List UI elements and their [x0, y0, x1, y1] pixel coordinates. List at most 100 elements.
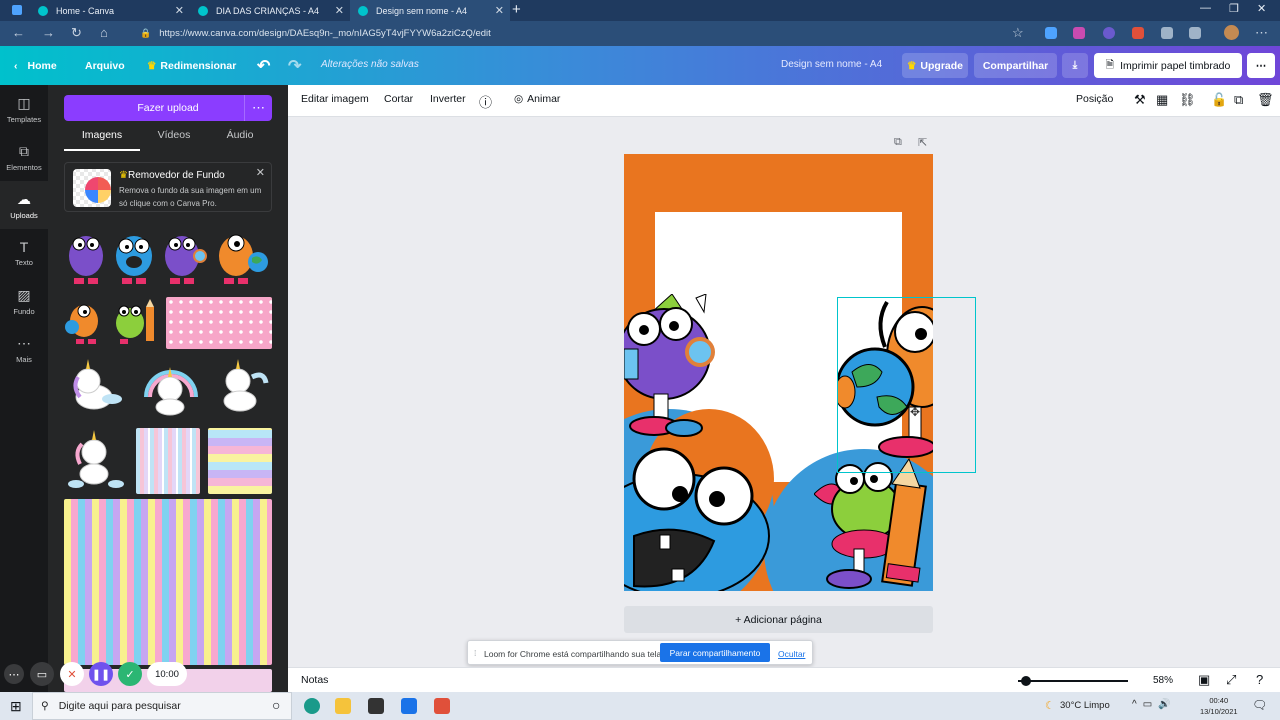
maximize-icon[interactable]: ❐ [1229, 2, 1239, 15]
uploaded-monster-image[interactable] [112, 226, 156, 291]
add-page-button[interactable]: + Adicionar página [624, 606, 933, 633]
unicorn-image[interactable] [208, 357, 272, 421]
add-page-icon[interactable]: ⇱ [918, 136, 927, 149]
undo-icon[interactable]: ↶ [257, 46, 270, 85]
tab-videos[interactable]: Vídeos [140, 129, 208, 151]
rail-item-elementos[interactable]: ⧉ Elementos [0, 133, 48, 181]
unicorn-image[interactable] [64, 357, 126, 421]
uploaded-monster-image[interactable] [64, 226, 108, 291]
pink-unicorn-pattern-image[interactable] [166, 297, 272, 349]
close-icon[interactable]: ✕ [256, 166, 265, 179]
extension-icon[interactable] [1103, 27, 1115, 39]
document-title[interactable]: Design sem nome - A4 [781, 59, 882, 70]
taskbar-search-input[interactable]: ⚲ Digite aqui para pesquisar [32, 692, 292, 720]
stop-sharing-button[interactable]: Parar compartilhamento [660, 643, 770, 662]
reload-icon[interactable]: ↻ [71, 25, 82, 41]
upgrade-button[interactable]: ♛ Upgrade [902, 53, 968, 78]
unicorn-image[interactable] [64, 428, 128, 494]
zoom-slider-thumb[interactable] [1021, 676, 1031, 686]
uploaded-monster-image[interactable] [160, 226, 208, 291]
green-frog-monster-graphic[interactable] [814, 454, 933, 591]
position-button[interactable]: Posição [1076, 93, 1113, 105]
duplicate-icon[interactable]: ⧉ [1234, 92, 1243, 108]
paint-roller-icon[interactable]: ⚒ [1134, 92, 1146, 108]
hide-link[interactable]: Ocultar [778, 649, 805, 659]
extension-icon[interactable] [1073, 27, 1085, 39]
loom-camera-icon[interactable]: ▭ [30, 662, 54, 686]
profile-avatar[interactable] [1224, 25, 1239, 40]
home-button[interactable]: ‹ Home [14, 46, 57, 85]
weather-text[interactable]: 30°C Limpo [1060, 700, 1110, 711]
fullscreen-icon[interactable]: ⤢ [1226, 672, 1236, 688]
close-tab-icon[interactable]: ✕ [335, 4, 344, 17]
upload-button[interactable]: Fazer upload ⋯ [64, 95, 272, 121]
browser-tab-dia[interactable]: DIA DAS CRIANÇAS - A4 ✕ [190, 0, 350, 21]
extension-icon[interactable] [1132, 27, 1144, 39]
pastel-stripes-large-image[interactable] [64, 499, 272, 665]
animate-button[interactable]: ◎ Animar [514, 93, 560, 105]
browser-menu-icon[interactable] [12, 5, 22, 15]
minimize-icon[interactable]: — [1200, 2, 1211, 14]
unicorn-image[interactable] [140, 357, 202, 421]
new-tab-icon[interactable]: + [512, 1, 521, 18]
zoom-level[interactable]: 58% [1153, 675, 1173, 686]
zoom-slider-track[interactable] [1018, 680, 1128, 682]
store-icon[interactable] [368, 698, 384, 714]
forward-icon[interactable]: → [42, 25, 55, 40]
pastel-stripes-image[interactable] [136, 428, 200, 494]
flip-button[interactable]: Inverter [430, 93, 466, 105]
loom-menu-icon[interactable]: ⋯ [4, 664, 24, 684]
drag-handle-icon[interactable]: ⁞ [474, 648, 476, 658]
browser-tab-design[interactable]: Design sem nome - A4 ✕ [350, 0, 510, 21]
rail-item-mais[interactable]: ⋯ Mais [0, 325, 48, 373]
more-options-icon[interactable]: ⋯ [1247, 53, 1275, 78]
arquivo-button[interactable]: Arquivo [85, 46, 125, 85]
extension-icon[interactable] [1045, 27, 1057, 39]
close-tab-icon[interactable]: ✕ [495, 4, 504, 17]
close-window-icon[interactable]: ✕ [1257, 2, 1266, 15]
redo-icon[interactable]: ↷ [288, 46, 301, 85]
page-view-icon[interactable]: ▣ [1198, 672, 1210, 688]
crop-button[interactable]: Cortar [384, 93, 413, 105]
collections-icon[interactable] [1189, 27, 1201, 39]
blue-monster-graphic[interactable] [624, 441, 774, 591]
redimensionar-button[interactable]: ♛ Redimensionar [147, 46, 236, 85]
system-tray-icons[interactable]: ^▭🔊 [1132, 699, 1177, 710]
loom-cancel-icon[interactable]: ✕ [60, 662, 84, 686]
link-icon[interactable]: ⛓ [1179, 92, 1196, 108]
windows-start-icon[interactable]: ⊞ [10, 698, 22, 715]
office-icon[interactable] [434, 698, 450, 714]
close-tab-icon[interactable]: ✕ [175, 4, 184, 17]
lock-icon[interactable]: 🔓 [1211, 92, 1227, 108]
loom-pause-icon[interactable]: ❚❚ [89, 662, 113, 686]
browser-menu-dots-icon[interactable]: ⋯ [1255, 25, 1268, 41]
background-remover-promo[interactable]: ♛Removedor de Fundo Remova o fundo da su… [64, 162, 272, 212]
loom-finish-icon[interactable]: ✓ [118, 662, 142, 686]
copy-page-icon[interactable]: ⧉ [894, 136, 902, 149]
tab-imagens[interactable]: Imagens [64, 129, 140, 151]
rail-item-templates[interactable]: ◫ Templates [0, 85, 48, 133]
back-icon[interactable]: ← [12, 25, 25, 40]
more-dots-icon[interactable]: ⋯ [244, 95, 272, 121]
transparency-icon[interactable]: ▦ [1156, 92, 1168, 108]
edit-image-button[interactable]: Editar imagem [301, 93, 369, 105]
taskbar-clock[interactable]: 00:40 13/10/2021 [1200, 695, 1238, 717]
uploaded-monster-image[interactable] [110, 297, 160, 349]
mail-icon[interactable] [401, 698, 417, 714]
share-button[interactable]: Compartilhar [974, 53, 1057, 78]
print-button[interactable]: 🗎 Imprimir papel timbrado [1094, 53, 1242, 78]
uploaded-monster-image[interactable] [212, 226, 272, 291]
extensions-puzzle-icon[interactable] [1161, 27, 1173, 39]
favorite-star-icon[interactable]: ☆ [1012, 25, 1024, 41]
pastel-pattern-image[interactable] [208, 428, 272, 494]
browser-tab-home[interactable]: Home - Canva ✕ [30, 0, 190, 21]
info-icon[interactable]: ⓘ [479, 92, 492, 111]
rail-item-texto[interactable]: T Texto [0, 229, 48, 277]
selection-box[interactable] [837, 297, 976, 473]
task-view-icon[interactable]: ○ [272, 697, 280, 713]
help-icon[interactable]: ? [1256, 672, 1263, 687]
rail-item-uploads[interactable]: ☁ Uploads [0, 181, 48, 229]
tab-audio[interactable]: Áudio [208, 129, 272, 151]
file-explorer-icon[interactable] [335, 698, 351, 714]
home-icon[interactable]: ⌂ [100, 25, 108, 40]
